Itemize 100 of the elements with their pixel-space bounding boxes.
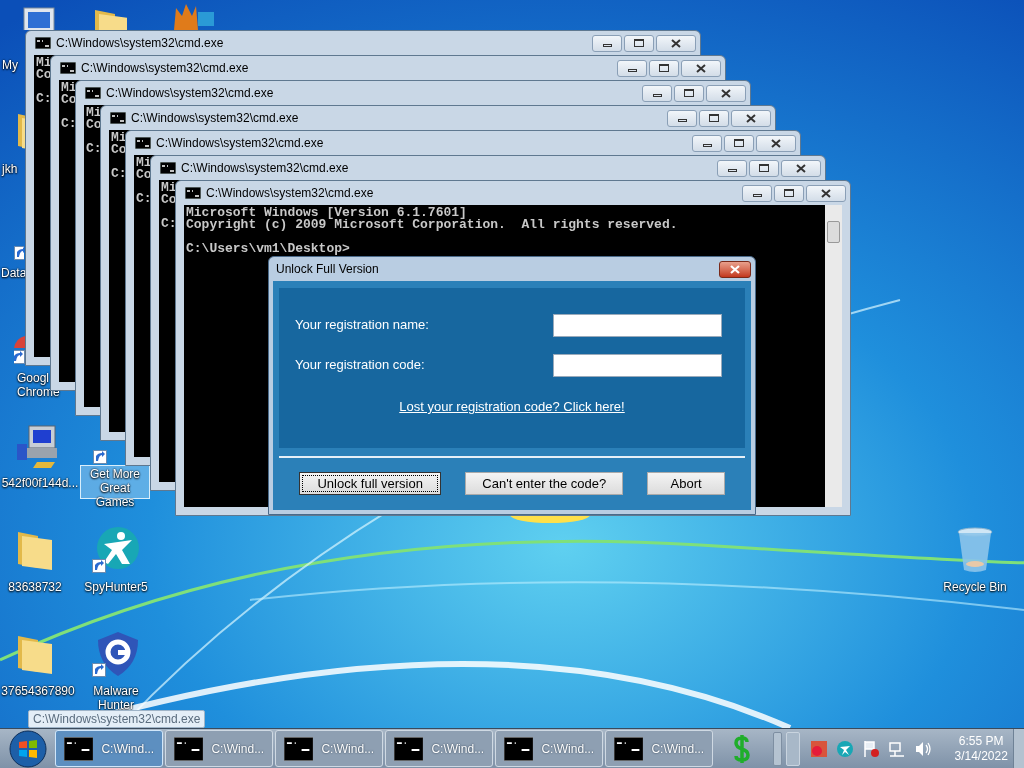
close-button[interactable] [656, 34, 696, 52]
close-icon [796, 163, 806, 173]
taskbar-button[interactable]: C:\Wind... [495, 730, 604, 767]
console-line: C: [61, 118, 77, 130]
window-title: C:\Windows\system32\cmd.exe [81, 60, 250, 77]
icon-label: 37654367890 [0, 684, 76, 698]
maximize-button[interactable] [674, 84, 704, 102]
console-icon [85, 87, 101, 99]
taskbar-button[interactable]: C:\Wind... [605, 730, 714, 767]
icon-label: Recycle Bin [942, 580, 1008, 594]
console-icon [110, 112, 126, 124]
flag-icon[interactable] [861, 739, 880, 758]
window-title: C:\Windows\system32\cmd.exe [206, 185, 375, 202]
minimize-button[interactable] [742, 184, 772, 202]
clock-time[interactable]: 6:55 PM [958, 733, 1004, 749]
shortcut-icon[interactable] [93, 450, 107, 464]
console-icon [174, 736, 204, 761]
maximize-button[interactable] [724, 134, 754, 152]
recycle-bin-icon[interactable] [955, 526, 995, 574]
icon-label: Googl [17, 371, 50, 385]
console-line: Mi [136, 157, 152, 169]
window-title: C:\Windows\system32\cmd.exe [56, 35, 225, 52]
minimize-button[interactable] [692, 134, 722, 152]
dialog-title: Unlock Full Version [276, 261, 380, 278]
console-line: C: [136, 193, 152, 205]
console-line: Mi [161, 182, 177, 194]
dialog-button[interactable]: Abort [647, 472, 725, 495]
console-line: C: [161, 218, 177, 230]
person-icon[interactable] [92, 526, 140, 574]
taskbar-button[interactable]: C:\Wind... [385, 730, 494, 767]
shortcut-icon[interactable] [14, 336, 25, 364]
taskbar-button[interactable]: C:\Wind... [55, 730, 164, 767]
dialog-button[interactable]: Can't enter the code? [465, 472, 624, 495]
console-line: Microsoft Windows [Version 6.1.7601] [186, 207, 467, 219]
console-icon [60, 62, 76, 74]
dialog-button[interactable]: Unlock full version [299, 472, 442, 495]
taskbar-button[interactable]: C:\Wind... [275, 730, 384, 767]
show-desktop-button[interactable] [1012, 728, 1024, 768]
person-icon[interactable] [835, 739, 854, 758]
maximize-button[interactable] [649, 59, 679, 77]
taskbar-handle[interactable] [772, 731, 783, 766]
maximize-button[interactable] [749, 159, 779, 177]
input-field[interactable] [553, 353, 722, 377]
close-button[interactable] [731, 109, 771, 127]
console-icon [504, 736, 534, 761]
close-button[interactable] [706, 84, 746, 102]
start-button[interactable] [8, 729, 47, 768]
network-icon[interactable] [887, 739, 906, 758]
console-icon [284, 736, 314, 761]
icon-label: Get More Great Games [89, 467, 141, 509]
icon-label: Data [1, 266, 25, 280]
close-icon [671, 38, 681, 48]
input-field[interactable] [553, 313, 722, 337]
field-label: Your registration name: [295, 316, 429, 335]
console-line: C: [36, 93, 52, 105]
console-line: Mi [36, 57, 52, 69]
maximize-button[interactable] [774, 184, 804, 202]
console-line: Mi [61, 82, 77, 94]
registration-link[interactable]: Lost your registration code? Click here! [399, 397, 625, 417]
close-icon [821, 188, 831, 198]
scrollbar[interactable] [825, 205, 842, 507]
close-button[interactable] [719, 260, 751, 278]
icon-label: Chrome [17, 385, 60, 399]
close-icon [721, 88, 731, 98]
close-icon [746, 113, 756, 123]
maximize-button[interactable] [699, 109, 729, 127]
minimize-button[interactable] [642, 84, 672, 102]
icon-label: SpyHunter5 [83, 580, 149, 594]
icon-label: 542f00f144d... [0, 476, 80, 490]
window-title: C:\Windows\system32\cmd.exe [106, 85, 275, 102]
icon-label: Malware Hunter [92, 684, 140, 712]
close-icon [771, 138, 781, 148]
task-label: C:\Wind... [321, 740, 375, 758]
console-icon [35, 37, 51, 49]
window-title: C:\Windows\system32\cmd.exe [156, 135, 325, 152]
console-line: Mi [86, 107, 102, 119]
close-button[interactable] [756, 134, 796, 152]
minimize-button[interactable] [667, 109, 697, 127]
icon-label: My [2, 58, 19, 72]
close-button[interactable] [781, 159, 821, 177]
console-line: C:\Users\vm1\Desktop> [186, 243, 350, 255]
minimize-button[interactable] [717, 159, 747, 177]
minimize-button[interactable] [617, 59, 647, 77]
clock-date[interactable]: 3/14/2022 [954, 748, 1008, 764]
console-icon [160, 162, 176, 174]
close-button[interactable] [806, 184, 846, 202]
tooltip: C:\Windows\system32\cmd.exe [28, 710, 206, 728]
console-line: Copyright (c) 2009 Microsoft Corporation. All rights reserved. [186, 219, 678, 231]
console-line: C: [111, 168, 127, 180]
task-label: C:\Wind... [211, 740, 265, 758]
console-line: Mi [111, 132, 127, 144]
task-label: C:\Wind... [431, 740, 485, 758]
icon-label: 83638732 [7, 580, 63, 594]
maximize-button[interactable] [624, 34, 654, 52]
minimize-button[interactable] [592, 34, 622, 52]
close-button[interactable] [681, 59, 721, 77]
task-label: C:\Wind... [651, 740, 705, 758]
close-icon [730, 264, 740, 274]
task-label: C:\Wind... [101, 740, 155, 758]
taskbar-button[interactable]: C:\Wind... [165, 730, 274, 767]
